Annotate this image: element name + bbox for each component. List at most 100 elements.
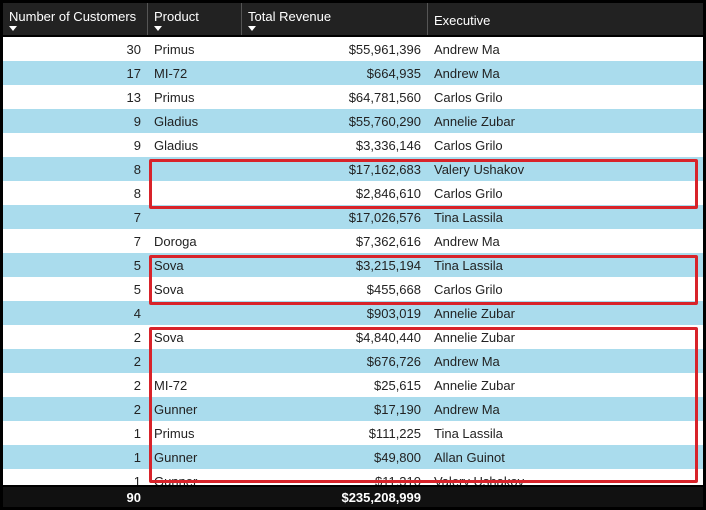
sort-desc-icon bbox=[154, 26, 162, 31]
table-row[interactable]: 17MI-72$664,935Andrew Ma bbox=[3, 61, 703, 85]
cell-customers: 13 bbox=[3, 85, 148, 109]
cell-revenue: $3,336,146 bbox=[242, 133, 428, 157]
table-header-row: Number of Customers Product Total Revenu… bbox=[3, 3, 703, 37]
cell-executive: Annelie Zubar bbox=[428, 373, 703, 397]
table-row[interactable]: 9Gladius$3,336,146Carlos Grilo bbox=[3, 133, 703, 157]
table-row[interactable]: 2Gunner$17,190Andrew Ma bbox=[3, 397, 703, 421]
cell-product bbox=[148, 205, 242, 229]
table-row[interactable]: 5Sova$455,668Carlos Grilo bbox=[3, 277, 703, 301]
cell-revenue: $664,935 bbox=[242, 61, 428, 85]
cell-product bbox=[148, 157, 242, 181]
cell-customers: 2 bbox=[3, 397, 148, 421]
cell-customers: 5 bbox=[3, 253, 148, 277]
column-header-label: Product bbox=[154, 9, 235, 24]
cell-product: Gunner bbox=[148, 469, 242, 485]
total-customers: 90 bbox=[3, 487, 148, 507]
table-row[interactable]: 8 $17,162,683Valery Ushakov bbox=[3, 157, 703, 181]
cell-customers: 30 bbox=[3, 37, 148, 61]
cell-revenue: $4,840,440 bbox=[242, 325, 428, 349]
table-row[interactable]: 4 $903,019Annelie Zubar bbox=[3, 301, 703, 325]
cell-product bbox=[148, 349, 242, 373]
column-header-label: Executive bbox=[434, 13, 697, 28]
table-row[interactable]: 7Doroga$7,362,616Andrew Ma bbox=[3, 229, 703, 253]
cell-product bbox=[148, 181, 242, 205]
table-row[interactable]: 7 $17,026,576Tina Lassila bbox=[3, 205, 703, 229]
cell-customers: 2 bbox=[3, 373, 148, 397]
cell-product: Sova bbox=[148, 325, 242, 349]
table-row[interactable]: 30Primus$55,961,396Andrew Ma bbox=[3, 37, 703, 61]
cell-revenue: $903,019 bbox=[242, 301, 428, 325]
cell-product: Primus bbox=[148, 421, 242, 445]
table-body: 30Primus$55,961,396Andrew Ma17MI-72$664,… bbox=[3, 37, 703, 485]
cell-revenue: $676,726 bbox=[242, 349, 428, 373]
cell-revenue: $111,225 bbox=[242, 421, 428, 445]
table-row[interactable]: 13Primus$64,781,560Carlos Grilo bbox=[3, 85, 703, 109]
cell-executive: Valery Ushakov bbox=[428, 469, 703, 485]
table-row[interactable]: 1Gunner$11,310Valery Ushakov bbox=[3, 469, 703, 485]
cell-product: Doroga bbox=[148, 229, 242, 253]
table-row[interactable]: 2MI-72$25,615Annelie Zubar bbox=[3, 373, 703, 397]
total-product bbox=[148, 487, 242, 507]
cell-executive: Carlos Grilo bbox=[428, 181, 703, 205]
cell-product: Gunner bbox=[148, 445, 242, 469]
cell-revenue: $17,162,683 bbox=[242, 157, 428, 181]
cell-product: Gladius bbox=[148, 109, 242, 133]
column-header-product[interactable]: Product bbox=[148, 3, 242, 35]
sort-desc-icon bbox=[248, 26, 256, 31]
cell-executive: Annelie Zubar bbox=[428, 301, 703, 325]
table-row[interactable]: 1Primus$111,225Tina Lassila bbox=[3, 421, 703, 445]
cell-customers: 5 bbox=[3, 277, 148, 301]
table-row[interactable]: 2Sova$4,840,440Annelie Zubar bbox=[3, 325, 703, 349]
cell-executive: Andrew Ma bbox=[428, 229, 703, 253]
cell-customers: 2 bbox=[3, 325, 148, 349]
cell-revenue: $25,615 bbox=[242, 373, 428, 397]
table-container: Number of Customers Product Total Revenu… bbox=[0, 0, 706, 510]
cell-executive: Andrew Ma bbox=[428, 397, 703, 421]
column-header-executive[interactable]: Executive bbox=[428, 3, 703, 35]
cell-revenue: $17,026,576 bbox=[242, 205, 428, 229]
sort-desc-icon bbox=[9, 26, 17, 31]
cell-executive: Annelie Zubar bbox=[428, 325, 703, 349]
cell-customers: 17 bbox=[3, 61, 148, 85]
table-row[interactable]: 9Gladius$55,760,290Annelie Zubar bbox=[3, 109, 703, 133]
cell-revenue: $17,190 bbox=[242, 397, 428, 421]
total-executive bbox=[428, 487, 703, 507]
cell-revenue: $455,668 bbox=[242, 277, 428, 301]
cell-executive: Andrew Ma bbox=[428, 37, 703, 61]
cell-customers: 4 bbox=[3, 301, 148, 325]
cell-revenue: $2,846,610 bbox=[242, 181, 428, 205]
column-header-label: Total Revenue bbox=[248, 9, 421, 24]
cell-customers: 8 bbox=[3, 157, 148, 181]
cell-revenue: $3,215,194 bbox=[242, 253, 428, 277]
cell-executive: Tina Lassila bbox=[428, 421, 703, 445]
table-row[interactable]: 1Gunner$49,800Allan Guinot bbox=[3, 445, 703, 469]
cell-product bbox=[148, 301, 242, 325]
column-header-label: Number of Customers bbox=[9, 9, 141, 24]
cell-revenue: $11,310 bbox=[242, 469, 428, 485]
cell-customers: 1 bbox=[3, 445, 148, 469]
cell-executive: Carlos Grilo bbox=[428, 277, 703, 301]
column-header-customers[interactable]: Number of Customers bbox=[3, 3, 148, 35]
cell-product: Primus bbox=[148, 85, 242, 109]
cell-product: MI-72 bbox=[148, 373, 242, 397]
table-row[interactable]: 2$676,726Andrew Ma bbox=[3, 349, 703, 373]
column-header-revenue[interactable]: Total Revenue bbox=[242, 3, 428, 35]
cell-product: MI-72 bbox=[148, 61, 242, 85]
cell-customers: 7 bbox=[3, 205, 148, 229]
cell-revenue: $55,961,396 bbox=[242, 37, 428, 61]
cell-executive: Tina Lassila bbox=[428, 253, 703, 277]
cell-executive: Andrew Ma bbox=[428, 61, 703, 85]
cell-customers: 1 bbox=[3, 469, 148, 485]
cell-executive: Tina Lassila bbox=[428, 205, 703, 229]
cell-revenue: $55,760,290 bbox=[242, 109, 428, 133]
cell-executive: Annelie Zubar bbox=[428, 109, 703, 133]
table-row[interactable]: 8$2,846,610Carlos Grilo bbox=[3, 181, 703, 205]
cell-customers: 9 bbox=[3, 133, 148, 157]
cell-executive: Valery Ushakov bbox=[428, 157, 703, 181]
cell-revenue: $64,781,560 bbox=[242, 85, 428, 109]
cell-executive: Allan Guinot bbox=[428, 445, 703, 469]
cell-revenue: $49,800 bbox=[242, 445, 428, 469]
table-row[interactable]: 5Sova$3,215,194Tina Lassila bbox=[3, 253, 703, 277]
cell-customers: 1 bbox=[3, 421, 148, 445]
cell-product: Sova bbox=[148, 253, 242, 277]
